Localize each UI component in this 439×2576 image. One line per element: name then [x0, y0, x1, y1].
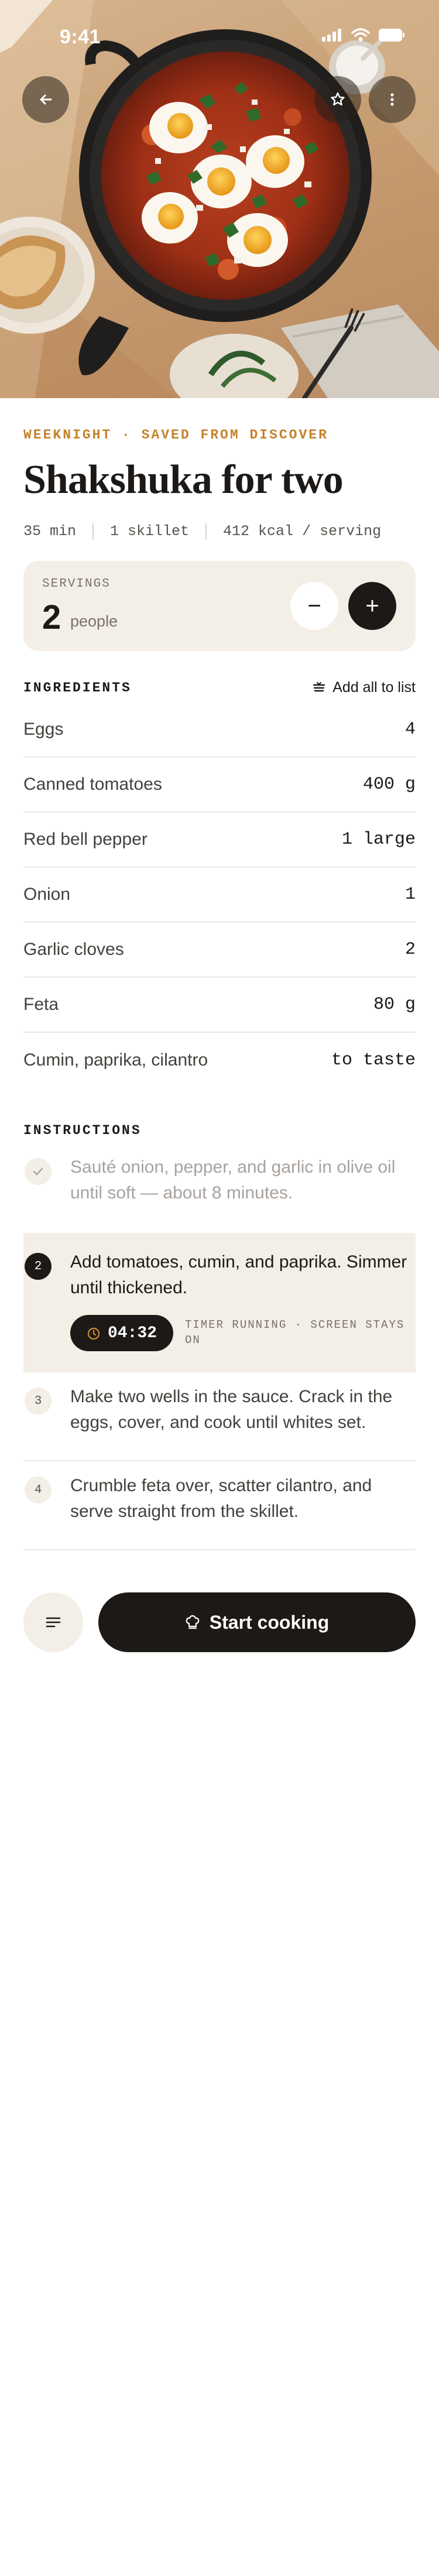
timer-icon [87, 1327, 100, 1340]
step-divider [23, 1549, 416, 1550]
meta-calories: 412 kcal / serving [223, 523, 382, 540]
ingredient-row[interactable]: Feta 80 g [23, 978, 416, 1033]
step-number: 3 [25, 1388, 52, 1414]
favorite-button[interactable] [314, 76, 361, 123]
ingredient-quantity: to taste [331, 1050, 416, 1070]
servings-label: SERVINGS [42, 577, 111, 591]
step-text: Sauté onion, pepper, and garlic in olive… [70, 1157, 396, 1203]
add-all-label: Add all to list [332, 679, 416, 696]
instruction-step-done[interactable]: Sauté onion, pepper, and garlic in olive… [23, 1152, 416, 1234]
timer-value: 04:32 [107, 1324, 157, 1342]
servings-unit: people [70, 612, 118, 630]
wifi-icon [351, 28, 370, 42]
decrease-servings-button[interactable]: − [290, 582, 338, 630]
ingredients-heading: INGREDIENTS [23, 680, 132, 696]
status-icons [322, 28, 405, 42]
ingredient-row[interactable]: Eggs 4 [23, 703, 416, 758]
step-text: Crumble feta over, scatter cilantro, and… [70, 1476, 372, 1521]
meta-equipment: 1 skillet [110, 523, 190, 540]
ingredient-name: Red bell pepper [23, 830, 148, 849]
cart-icon [313, 681, 325, 691]
ingredient-row[interactable]: Canned tomatoes 400 g [23, 758, 416, 813]
ingredient-name: Cumin, paprika, cilantro [23, 1050, 208, 1070]
chef-hat-icon [186, 1615, 200, 1629]
step-number: 2 [25, 1253, 52, 1280]
ingredient-quantity: 2 [404, 940, 416, 960]
recipe-meta: 35 min 1 skillet 412 kcal / serving [23, 523, 381, 540]
status-time: 9:41 [60, 26, 101, 48]
step-text: Add tomatoes, cumin, and paprika. Simmer… [70, 1252, 407, 1297]
ingredient-quantity: 400 g [362, 775, 416, 794]
start-cooking-button[interactable]: Start cooking [98, 1592, 416, 1652]
servings-count: 2 [42, 598, 61, 636]
timer-status-note: TIMER RUNNING · SCREEN STAYS ON [185, 1318, 405, 1347]
signal-icon [322, 29, 341, 42]
ingredient-quantity: 80 g [373, 995, 416, 1015]
notes-icon [46, 1617, 61, 1628]
instruction-step[interactable]: 4 Crumble feta over, scatter cilantro, a… [23, 1461, 416, 1549]
notes-button[interactable] [23, 1592, 83, 1652]
ingredient-row[interactable]: Cumin, paprika, cilantro to taste [23, 1033, 416, 1088]
step-timer-button[interactable]: 04:32 [70, 1315, 173, 1351]
ingredient-row[interactable]: Garlic cloves 2 [23, 923, 416, 978]
status-bar: 9:41 [0, 0, 439, 70]
ingredient-name: Eggs [23, 720, 64, 739]
check-icon [33, 1167, 43, 1176]
step-number: 4 [25, 1477, 52, 1503]
ingredient-quantity: 1 [404, 885, 416, 905]
recipe-source-eyebrow: WEEKNIGHT · SAVED FROM DISCOVER [23, 427, 328, 443]
meta-divider [92, 523, 94, 540]
ingredient-name: Canned tomatoes [23, 775, 162, 794]
ingredient-row[interactable]: Onion 1 [23, 868, 416, 923]
add-all-to-list-button[interactable]: Add all to list [313, 679, 416, 696]
ingredient-name: Feta [23, 995, 59, 1014]
ingredient-name: Onion [23, 885, 71, 904]
meta-divider [205, 523, 207, 540]
servings-card: SERVINGS 2 people − + [23, 561, 416, 651]
ingredient-quantity: 4 [404, 720, 416, 739]
back-arrow-icon [40, 94, 52, 105]
ingredient-name: Garlic cloves [23, 940, 124, 959]
step-check [25, 1158, 52, 1185]
more-options-button[interactable] [369, 76, 416, 123]
star-icon [331, 92, 345, 106]
instruction-step-active[interactable]: 2 Add tomatoes, cumin, and paprika. Simm… [23, 1233, 416, 1372]
instruction-step[interactable]: 3 Make two wells in the sauce. Crack in … [23, 1372, 416, 1460]
increase-servings-button[interactable]: + [348, 582, 396, 630]
meta-time: 35 min [23, 523, 77, 540]
back-button[interactable] [22, 76, 69, 123]
recipe-title: Shakshuka for two [23, 457, 344, 502]
hero-image: 9:41 [0, 0, 439, 398]
instructions-heading: INSTRUCTIONS [23, 1123, 142, 1138]
battery-icon [379, 29, 404, 42]
ingredient-row[interactable]: Red bell pepper 1 large [23, 813, 416, 868]
more-vertical-icon [390, 93, 394, 106]
start-cooking-label: Start cooking [209, 1611, 330, 1633]
ingredient-quantity: 1 large [341, 830, 416, 849]
step-text: Make two wells in the sauce. Crack in th… [70, 1387, 393, 1432]
